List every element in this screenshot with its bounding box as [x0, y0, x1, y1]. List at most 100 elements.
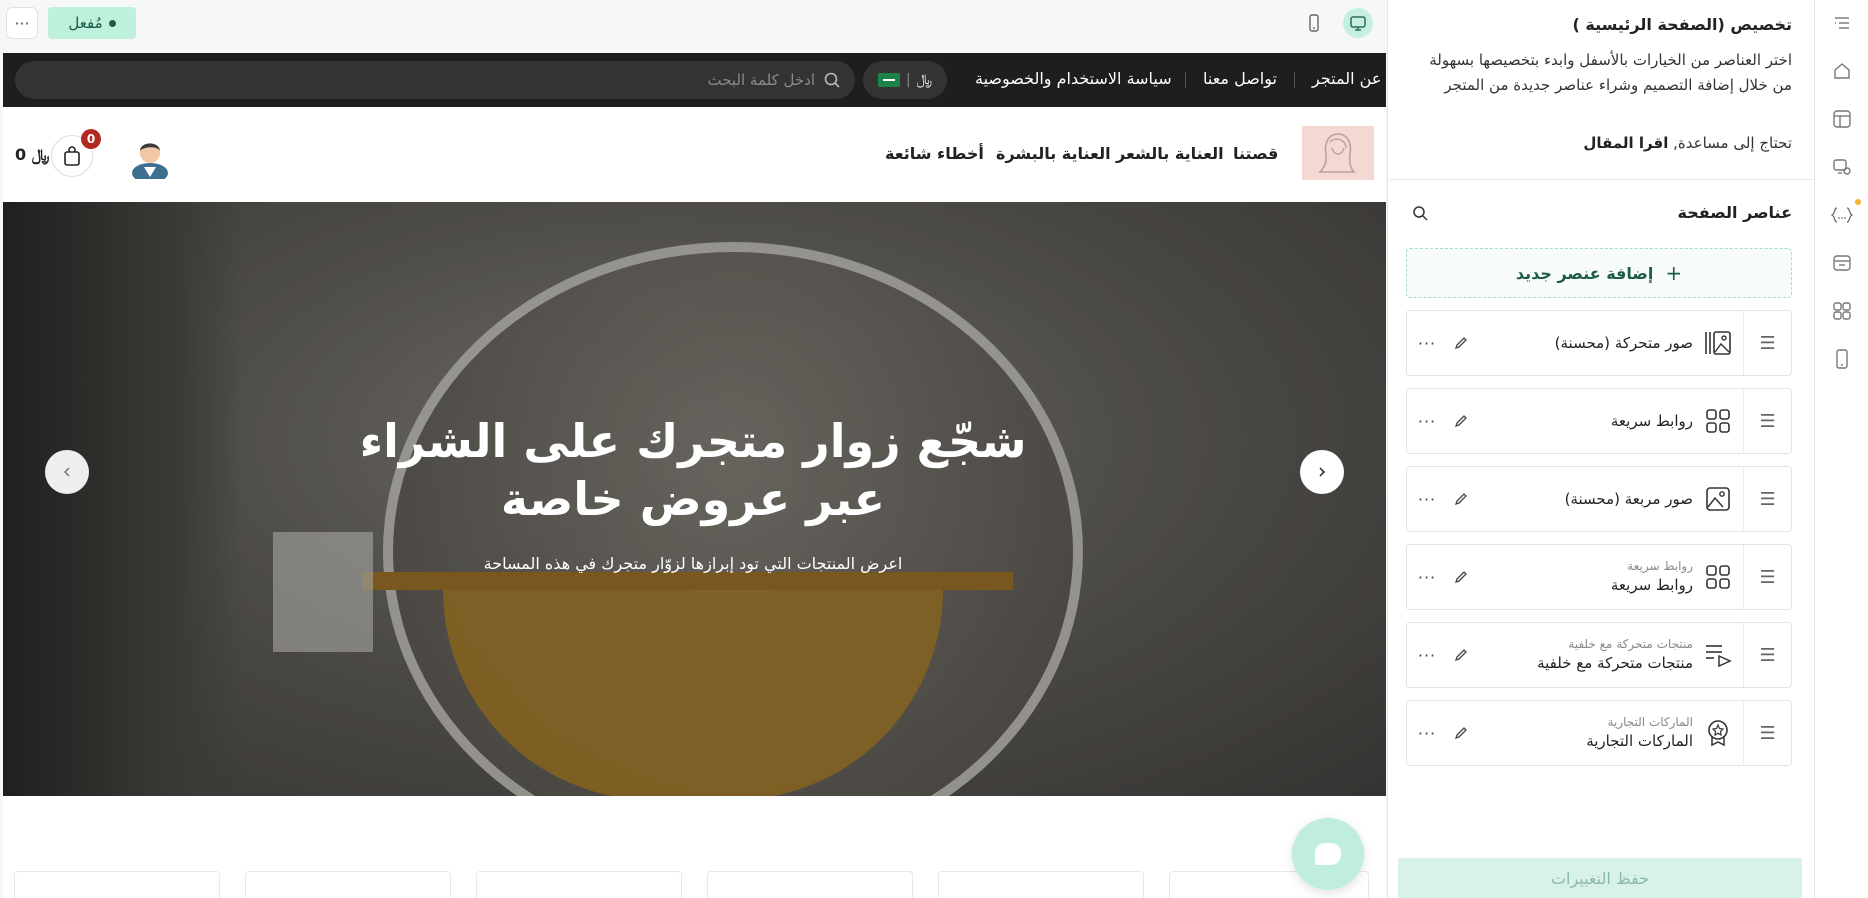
- element-subtitle: منتجات متحركة مع خلفية: [1568, 637, 1693, 651]
- gallery-icon: [1703, 328, 1733, 358]
- element-name: الماركات التجارية: [1586, 732, 1693, 750]
- nav-link-hair-care[interactable]: العناية بالشعر: [1116, 144, 1224, 163]
- element-text: صور مربعة (محسنة): [1565, 467, 1693, 531]
- nav-link-skin-care[interactable]: العناية بالبشرة: [996, 144, 1111, 163]
- nav-divider: [1294, 72, 1295, 88]
- search-icon[interactable]: [823, 71, 841, 89]
- status-label: مُفعل: [68, 14, 103, 32]
- hero-title: شجّع زوار متجرك على الشراء عبر عروض خاصة: [359, 414, 1027, 526]
- apps-icon[interactable]: [1827, 296, 1857, 326]
- nav-link-privacy[interactable]: سياسة الاستخدام والخصوصية: [975, 69, 1172, 88]
- editor-icon-rail: [1815, 0, 1868, 898]
- page-element-row[interactable]: ☰ منتجات متحركة مع خلفية منتجات متحركة م…: [1406, 622, 1792, 688]
- language-currency-switcher[interactable]: ﷼ |: [863, 61, 947, 99]
- logo-woman-icon: [1318, 133, 1356, 173]
- nav-link-contact[interactable]: تواصل معنا: [1203, 69, 1277, 88]
- layout-icon[interactable]: [1827, 104, 1857, 134]
- more-icon: ···: [14, 13, 30, 33]
- product-card-placeholder: [245, 871, 451, 898]
- store-page: عن المتجر تواصل معنا سياسة الاستخدام وال…: [3, 53, 1386, 898]
- product-card-placeholder: [938, 871, 1144, 898]
- image-icon: [1703, 484, 1733, 514]
- store-icon[interactable]: [1827, 248, 1857, 278]
- chat-widget-button[interactable]: [1292, 818, 1364, 890]
- home-icon[interactable]: [1827, 56, 1857, 86]
- element-name: روابط سريعة: [1610, 412, 1693, 430]
- saudi-flag-icon: [877, 73, 900, 87]
- store-search-input[interactable]: [55, 61, 815, 99]
- elements-search-button[interactable]: [1406, 199, 1434, 227]
- page-element-row[interactable]: ☰ روابط سريعة روابط سريعة ···: [1406, 544, 1792, 610]
- playlist-icon: [1703, 640, 1733, 670]
- nav-divider: [1185, 72, 1186, 88]
- edit-pencil-icon[interactable]: [1449, 487, 1473, 511]
- nav-link-common-mistakes[interactable]: أخطاء شائعة: [885, 144, 984, 163]
- palette-icon[interactable]: [1827, 152, 1857, 182]
- slider-next-button[interactable]: [1300, 450, 1344, 494]
- store-search-bar: [15, 61, 855, 99]
- desktop-view-button[interactable]: [1343, 8, 1373, 38]
- element-name: صور متحركة (محسنة): [1554, 334, 1693, 352]
- panel-divider: [1388, 179, 1816, 180]
- edit-pencil-icon[interactable]: [1449, 565, 1473, 589]
- element-text: صور متحركة (محسنة): [1555, 311, 1693, 375]
- more-options-icon[interactable]: ···: [1413, 721, 1441, 745]
- grid-icon: [1703, 562, 1733, 592]
- currency-symbol: ﷼: [916, 72, 933, 88]
- element-text: روابط سريعة روابط سريعة: [1611, 545, 1693, 609]
- mobile-view-button[interactable]: [1299, 8, 1329, 38]
- element-subtitle: روابط سريعة: [1627, 559, 1693, 573]
- list-icon[interactable]: [1827, 9, 1857, 39]
- more-options-button[interactable]: ···: [6, 7, 38, 39]
- edit-pencil-icon[interactable]: [1449, 409, 1473, 433]
- page-element-row[interactable]: ☰ روابط سريعة ···: [1406, 388, 1792, 454]
- more-options-icon[interactable]: ···: [1413, 331, 1441, 355]
- hero-subtitle: اعرض المنتجات التي تود إبرازها لزوّار مت…: [483, 554, 903, 573]
- page-elements-title: عناصر الصفحة: [1677, 203, 1792, 222]
- element-subtitle: الماركات التجارية: [1607, 715, 1693, 729]
- store-top-nav: عن المتجر تواصل معنا سياسة الاستخدام وال…: [3, 53, 1386, 107]
- drag-handle-icon[interactable]: ☰: [1743, 623, 1791, 687]
- product-card-placeholder: [707, 871, 913, 898]
- edit-pencil-icon[interactable]: [1449, 643, 1473, 667]
- add-element-label: إضافة عنصر جديد: [1515, 263, 1654, 283]
- status-badge[interactable]: مُفعل: [48, 7, 136, 39]
- customize-panel: تخصيص (الصفحة الرئيسية ) اختر العناصر من…: [1387, 0, 1816, 898]
- plus-icon: +: [1665, 261, 1683, 285]
- user-avatar[interactable]: [130, 133, 170, 183]
- cart-total: 0 ﷼: [15, 145, 50, 164]
- status-dot-icon: [108, 19, 116, 27]
- more-options-icon[interactable]: ···: [1413, 643, 1441, 667]
- nav-link-our-story[interactable]: قصتنا: [1233, 144, 1278, 163]
- more-options-icon[interactable]: ···: [1413, 487, 1441, 511]
- element-text: روابط سريعة: [1611, 389, 1693, 453]
- code-icon[interactable]: [1827, 200, 1857, 230]
- page-element-row[interactable]: ☰ صور مربعة (محسنة) ···: [1406, 466, 1792, 532]
- drag-handle-icon[interactable]: ☰: [1743, 701, 1791, 765]
- product-card-placeholder: [14, 871, 220, 898]
- more-options-icon[interactable]: ···: [1413, 409, 1441, 433]
- element-text: الماركات التجارية الماركات التجارية: [1586, 701, 1693, 765]
- add-element-button[interactable]: + إضافة عنصر جديد: [1406, 248, 1792, 298]
- preview-toolbar: ··· مُفعل: [0, 0, 1387, 45]
- element-name: منتجات متحركة مع خلفية: [1537, 654, 1693, 672]
- page-element-row[interactable]: ☰ صور متحركة (محسنة) ···: [1406, 310, 1792, 376]
- avatar-icon: [132, 143, 168, 183]
- search-icon: [1413, 206, 1428, 221]
- slider-prev-button[interactable]: [45, 450, 89, 494]
- drag-handle-icon[interactable]: ☰: [1743, 389, 1791, 453]
- nav-link-about[interactable]: عن المتجر: [1312, 69, 1381, 88]
- help-text: تحتاج إلى مساعدة,: [1673, 134, 1792, 152]
- help-article-link[interactable]: اقرا المقال: [1583, 134, 1668, 152]
- more-options-icon[interactable]: ···: [1413, 565, 1441, 589]
- page-element-row[interactable]: ☰ الماركات التجارية الماركات التجارية ··…: [1406, 700, 1792, 766]
- drag-handle-icon[interactable]: ☰: [1743, 545, 1791, 609]
- edit-pencil-icon[interactable]: [1449, 331, 1473, 355]
- store-logo[interactable]: [1302, 126, 1374, 180]
- drag-handle-icon[interactable]: ☰: [1743, 467, 1791, 531]
- mobile-icon[interactable]: [1827, 344, 1857, 374]
- save-changes-button[interactable]: حفظ التغييرات: [1398, 858, 1802, 898]
- edit-pencil-icon[interactable]: [1449, 721, 1473, 745]
- drag-handle-icon[interactable]: ☰: [1743, 311, 1791, 375]
- mobile-icon: [1309, 14, 1319, 32]
